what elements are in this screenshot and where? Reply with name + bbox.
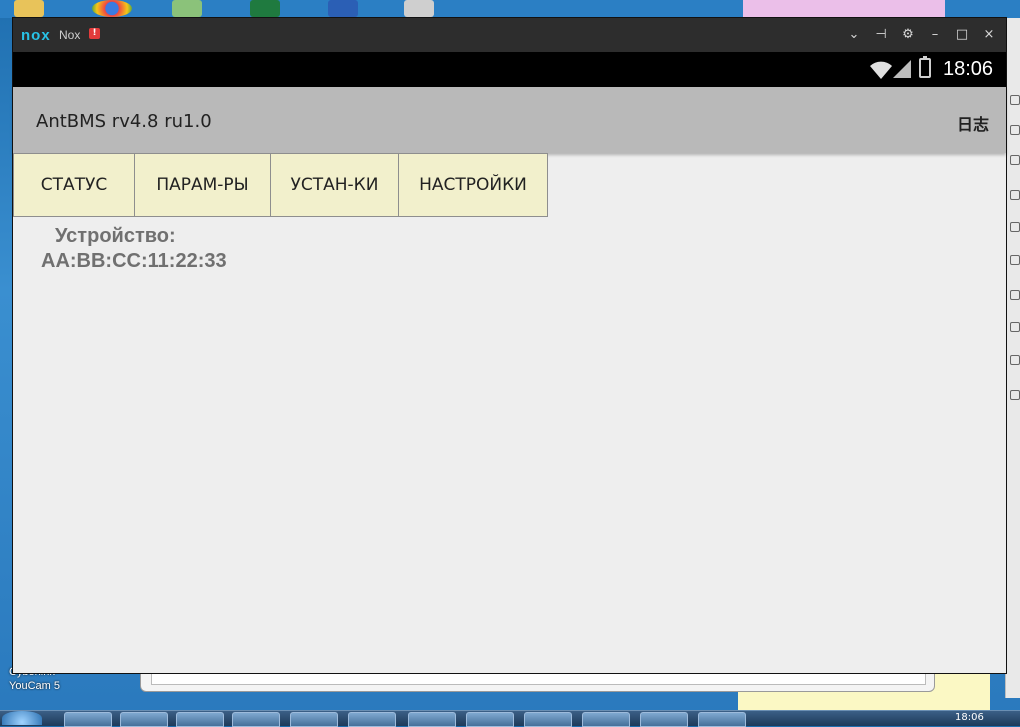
android-status-bar: 18:06 (13, 52, 1006, 87)
side-tool-icon[interactable] (1010, 255, 1020, 265)
battery-icon (919, 56, 931, 78)
side-tool-icon[interactable] (1010, 390, 1020, 400)
signal-icon (893, 60, 911, 78)
desktop-icon-label[interactable]: YouCam 5 (9, 680, 60, 692)
start-button[interactable] (2, 711, 42, 725)
chrome-icon[interactable] (92, 0, 132, 17)
android-screen: 18:06 AntBMS rv4.8 ru1.0 日志 СТАТУС ПАРАМ… (13, 52, 1006, 673)
excel-icon[interactable] (250, 0, 280, 17)
side-tool-icon[interactable] (1010, 222, 1020, 232)
phone-icon[interactable] (404, 0, 434, 17)
taskbar-clock[interactable]: 18:06 (955, 712, 984, 723)
side-tool-icon[interactable] (1010, 290, 1020, 300)
status-time: 18:06 (943, 58, 994, 80)
app-title: AntBMS rv4.8 ru1.0 (36, 111, 212, 132)
device-label: Устройство: (55, 225, 176, 247)
minimize-icon[interactable]: – (926, 26, 944, 44)
tab-settings[interactable]: НАСТРОЙКИ (398, 153, 548, 217)
tab-status[interactable]: СТАТУС (13, 153, 135, 217)
alert-icon[interactable]: ! (89, 28, 100, 39)
close-icon[interactable]: × (980, 26, 998, 44)
side-tool-icon[interactable] (1010, 125, 1020, 135)
folder-icon[interactable] (14, 0, 44, 17)
log-button[interactable]: 日志 (957, 111, 989, 135)
device-address: AA:BB:CC:11:22:33 (41, 250, 227, 272)
nox-logo: nox (21, 27, 51, 44)
word-icon[interactable] (328, 0, 358, 17)
app-action-bar: AntBMS rv4.8 ru1.0 日志 (13, 87, 1006, 153)
background-window (743, 0, 945, 18)
nox-window: nox Nox ! ⌄ ⊣ ⚙ – □ × 18:06 AntBMS rv4.8… (12, 17, 1007, 674)
side-tool-icon[interactable] (1010, 95, 1020, 105)
side-tool-icon[interactable] (1010, 155, 1020, 165)
app-icon[interactable] (172, 0, 202, 17)
pin-icon[interactable]: ⊣ (872, 26, 890, 44)
dropdown-icon[interactable]: ⌄ (845, 26, 863, 44)
side-tool-icon[interactable] (1010, 322, 1020, 332)
tab-params[interactable]: ПАРАМ-РЫ (134, 153, 271, 217)
side-tool-icon[interactable] (1010, 190, 1020, 200)
wifi-icon (870, 61, 892, 79)
settings-icon[interactable]: ⚙ (899, 26, 917, 44)
nox-titlebar[interactable]: nox Nox ! ⌄ ⊣ ⚙ – □ × (13, 18, 1006, 52)
side-tool-icon[interactable] (1010, 355, 1020, 365)
maximize-icon[interactable]: □ (953, 26, 971, 44)
tab-setup[interactable]: УСТАН-КИ (270, 153, 399, 217)
nox-app-name: Nox (59, 28, 81, 42)
